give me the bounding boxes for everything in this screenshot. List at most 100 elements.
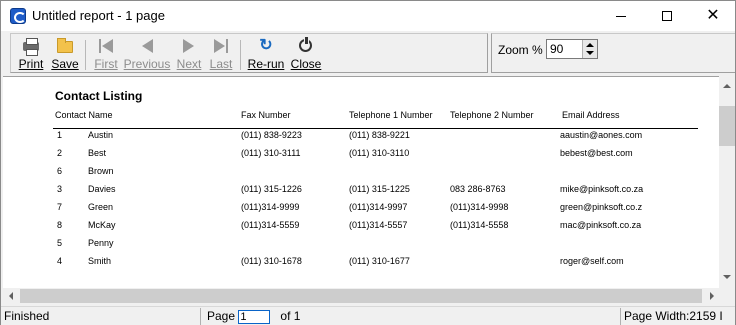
cell-fax: (011) 315-1226 [241, 184, 302, 194]
previous-label: Previous [123, 57, 171, 71]
cell-tel1: (011) 315-1225 [349, 184, 410, 194]
column-header-email: Email Address [562, 110, 620, 120]
cell-id: 1 [57, 130, 63, 140]
save-button[interactable]: Save [51, 38, 79, 72]
cell-tel1: (011) 838-9221 [349, 130, 410, 140]
page-width-indicator: Page Width:2159 I [624, 309, 723, 323]
last-label: Last [209, 57, 233, 71]
cell-tel2: (011)314-5558 [450, 220, 509, 230]
app-icon [10, 8, 26, 24]
cell-email: roger@self.com [560, 256, 624, 266]
page-count: of 1 [280, 309, 301, 323]
cell-id: 4 [57, 256, 63, 266]
cell-fax: (011)314-5559 [241, 220, 300, 230]
cell-id: 8 [57, 220, 63, 230]
folder-icon [57, 38, 73, 54]
cell-id: 7 [57, 202, 63, 212]
previous-page-button[interactable]: Previous [124, 38, 170, 72]
zoom-label: Zoom % : [498, 43, 550, 57]
minimize-icon [616, 15, 626, 17]
last-page-button[interactable]: Last [209, 38, 233, 72]
column-header-tel2: Telephone 2 Number [450, 110, 534, 120]
previous-page-icon [139, 38, 155, 54]
cell-id: 3 [57, 184, 63, 194]
report-window: Untitled report - 1 page ✕ Print Save Fi… [0, 0, 736, 325]
print-label: Print [18, 57, 44, 71]
page-label: Page [207, 309, 236, 323]
cell-name: Green [88, 202, 114, 212]
horizontal-scroll-thumb[interactable] [20, 289, 702, 303]
refresh-icon: ↻ [259, 37, 273, 54]
toolbar-panel: Print Save First Previous Next Last ↻ Re… [10, 33, 488, 73]
cell-name: McKay [88, 220, 116, 230]
cell-name: Davies [88, 184, 116, 194]
header-divider [53, 128, 698, 129]
page-number-input[interactable]: 1 [238, 309, 271, 324]
cell-id: 6 [57, 166, 63, 176]
maximize-button[interactable] [644, 1, 690, 31]
cell-fax: (011)314-9999 [241, 202, 300, 212]
toolbar-separator [85, 40, 86, 70]
title-bar: Untitled report - 1 page ✕ [1, 1, 735, 31]
cell-fax: (011) 310-3111 [241, 148, 301, 158]
report-preview: Contact Listing Contact Name Fax Number … [3, 76, 719, 288]
cell-email: mike@pinksoft.co.za [560, 184, 644, 194]
close-window-button[interactable]: ✕ [690, 1, 736, 31]
cell-id: 5 [57, 238, 63, 248]
cell-tel2: (011)314-9998 [450, 202, 509, 212]
status-text: Finished [1, 308, 201, 325]
vertical-scrollbar[interactable] [719, 76, 735, 288]
next-label: Next [176, 57, 202, 71]
save-label: Save [51, 57, 79, 71]
first-page-button[interactable]: First [94, 38, 118, 72]
first-label: First [94, 57, 118, 71]
window-title: Untitled report - 1 page [32, 8, 165, 23]
print-button[interactable]: Print [19, 38, 43, 72]
last-page-icon [213, 38, 229, 54]
power-icon [298, 37, 314, 54]
zoom-spinner[interactable] [582, 40, 597, 58]
column-header-fax: Fax Number [241, 110, 291, 120]
toolbar-separator [240, 40, 241, 70]
close-label: Close [290, 57, 322, 71]
cell-tel1: (011)314-9997 [349, 202, 408, 212]
next-page-icon [181, 38, 197, 54]
cell-tel1: (011) 310-3110 [349, 148, 410, 158]
report-title: Contact Listing [55, 89, 143, 103]
scroll-right-icon[interactable] [710, 292, 714, 300]
cell-id: 2 [57, 148, 63, 158]
close-icon: ✕ [706, 7, 720, 24]
vertical-scroll-thumb[interactable] [719, 106, 735, 146]
cell-name: Best [88, 148, 107, 158]
spin-up-icon[interactable] [586, 43, 594, 47]
cell-name: Austin [88, 130, 114, 140]
cell-email: green@pinksoft.co.z [560, 202, 643, 212]
horizontal-scrollbar[interactable] [3, 288, 735, 304]
cell-email: mac@pinksoft.co.za [560, 220, 642, 230]
cell-tel1: (011)314-5557 [349, 220, 408, 230]
toolbar: Print Save First Previous Next Last ↻ Re… [1, 31, 735, 76]
minimize-button[interactable] [598, 1, 644, 31]
maximize-icon [662, 11, 672, 21]
cell-tel1: (011) 310-1677 [349, 256, 410, 266]
spin-down-icon[interactable] [586, 51, 594, 55]
close-report-button[interactable]: Close [290, 37, 322, 72]
status-bar: Finished Page 1 of 1 Page Width:2159 I [1, 306, 735, 325]
column-header-contact-name: Contact Name [55, 110, 113, 120]
scroll-left-icon[interactable] [9, 292, 13, 300]
page-indicator: Page 1 of 1 [201, 308, 621, 325]
scroll-up-icon[interactable] [723, 84, 731, 88]
cell-fax: (011) 310-1678 [241, 256, 302, 266]
first-page-icon [98, 38, 114, 54]
cell-name: Smith [88, 256, 112, 266]
cell-email: bebest@best.com [560, 148, 633, 158]
next-page-button[interactable]: Next [176, 38, 202, 72]
cell-name: Penny [88, 238, 114, 248]
column-header-tel1: Telephone 1 Number [349, 110, 433, 120]
scroll-down-icon[interactable] [723, 275, 731, 279]
zoom-panel: Zoom % : [491, 33, 735, 73]
cell-email: aaustin@aones.com [560, 130, 643, 140]
printer-icon [23, 38, 39, 56]
cell-name: Brown [88, 166, 114, 176]
rerun-button[interactable]: ↻ Re-run [248, 37, 285, 72]
